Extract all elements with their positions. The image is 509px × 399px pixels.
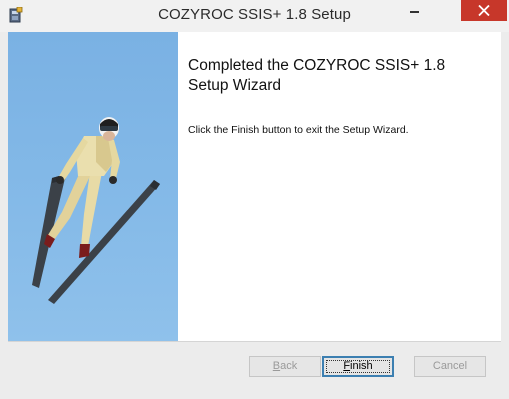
finish-button[interactable]: Finish — [322, 356, 394, 377]
title-bar[interactable]: COZYROC SSIS+ 1.8 Setup — [0, 0, 509, 32]
back-button[interactable]: Back — [249, 356, 321, 377]
cancel-button-label: Cancel — [432, 360, 468, 372]
minimize-button[interactable] — [400, 0, 429, 21]
minimize-icon — [410, 11, 419, 13]
back-button-label: Back — [272, 360, 298, 372]
instruction-text: Click the Finish button to exit the Setu… — [188, 124, 409, 136]
wizard-content: Completed the COZYROC SSIS+ 1.8 Setup Wi… — [8, 32, 501, 341]
setup-window: COZYROC SSIS+ 1.8 Setup Completed the CO… — [0, 0, 509, 399]
ski-jumper-image — [8, 32, 178, 341]
finish-button-label: Finish — [343, 360, 373, 372]
window-title: COZYROC SSIS+ 1.8 Setup — [158, 6, 351, 23]
close-button[interactable] — [461, 0, 507, 21]
close-icon — [478, 5, 490, 16]
cancel-button[interactable]: Cancel — [414, 356, 486, 377]
footer-divider — [8, 341, 501, 342]
completion-heading: Completed the COZYROC SSIS+ 1.8 Setup Wi… — [188, 57, 446, 94]
